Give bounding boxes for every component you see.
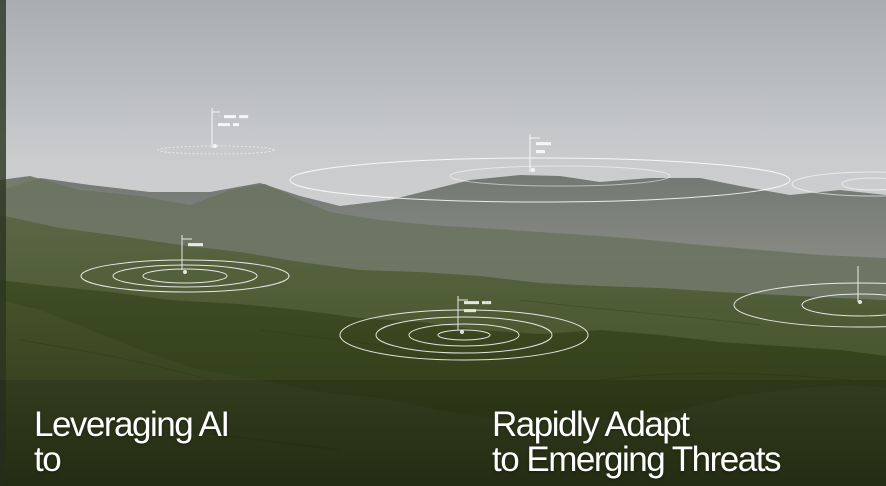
svg-text:◦ ■■■■ ■■■: ◦ ■■■■ ■■■ bbox=[218, 114, 248, 120]
caption-left: Leveraging AI to bbox=[34, 405, 230, 479]
svg-text:■■■■ ■■: ■■■■ ■■ bbox=[218, 122, 239, 128]
svg-text:■■■■: ■■■■ bbox=[464, 308, 476, 314]
svg-text:■■■■■: ■■■■■ bbox=[188, 242, 203, 248]
svg-text:■■■■■ ■■■: ■■■■■ ■■■ bbox=[464, 300, 491, 306]
caption-right-line1: Rapidly Adapt bbox=[492, 405, 690, 444]
svg-text:■■■: ■■■ bbox=[536, 149, 545, 155]
caption-right-line2: to Emerging Threats bbox=[492, 440, 781, 479]
caption-right: Rapidly Adapt to Emerging Threats bbox=[492, 405, 781, 479]
svg-text:■■■■■: ■■■■■ bbox=[536, 141, 551, 147]
hero-image-frame: ◦ ■■■■ ■■■ ■■■■ ■■ ■■■■■ ■■■ ■■■■■ ■■■■■… bbox=[0, 0, 886, 486]
caption-left-line1: Leveraging AI bbox=[34, 405, 230, 444]
caption-left-line2: to bbox=[34, 440, 62, 479]
